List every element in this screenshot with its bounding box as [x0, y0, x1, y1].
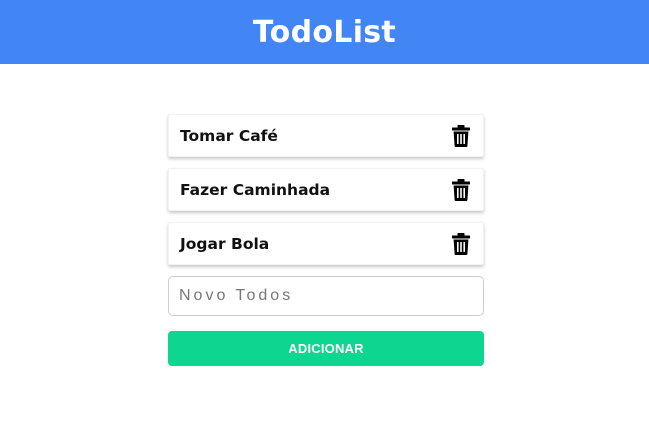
new-todo-input[interactable] — [168, 276, 484, 316]
app-header: TodoList — [0, 0, 649, 64]
todo-text: Jogar Bola — [180, 234, 270, 253]
trash-icon[interactable] — [451, 124, 471, 148]
todo-text: Fazer Caminhada — [180, 180, 331, 199]
trash-icon[interactable] — [451, 178, 471, 202]
todo-item: Jogar Bola — [168, 222, 484, 265]
todo-text: Tomar Café — [180, 126, 278, 145]
add-todo-button[interactable]: ADICIONAR — [168, 331, 484, 366]
todo-item: Tomar Café — [168, 114, 484, 157]
app-title: TodoList — [252, 14, 397, 50]
todo-item: Fazer Caminhada — [168, 168, 484, 211]
trash-icon[interactable] — [451, 232, 471, 256]
todo-list: Tomar Café Fazer Caminhada Jogar Bola — [168, 114, 484, 276]
